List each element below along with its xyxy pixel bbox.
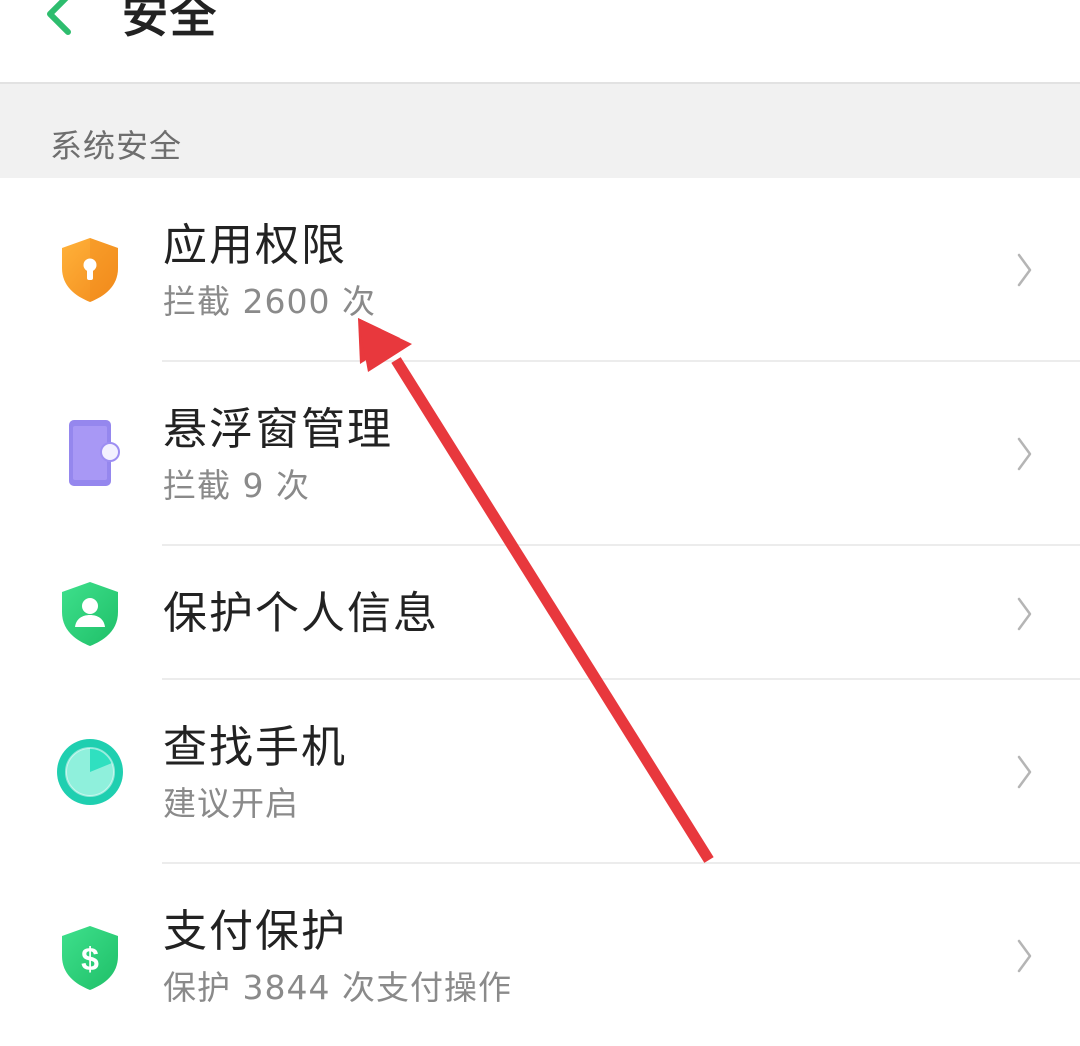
item-subtitle: 拦截 2600 次 xyxy=(163,282,376,321)
item-subtitle: 保护 3844 次支付操作 xyxy=(163,968,512,1007)
shield-person-icon xyxy=(62,582,118,646)
list-item-personal-info[interactable]: 保护个人信息 xyxy=(0,546,1080,678)
list-item-floating-window[interactable]: 悬浮窗管理 拦截 9 次 xyxy=(0,362,1080,544)
chevron-right-icon xyxy=(1017,939,1032,973)
item-title: 查找手机 xyxy=(163,722,347,773)
list-item-payment-protection[interactable]: $ 支付保护 保护 3844 次支付操作 xyxy=(0,864,1080,1046)
item-title: 悬浮窗管理 xyxy=(163,404,393,455)
top-app-bar: 安全 xyxy=(0,0,1080,84)
shield-lock-icon xyxy=(62,238,118,302)
item-title: 保护个人信息 xyxy=(163,588,439,639)
item-subtitle: 建议开启 xyxy=(163,784,299,823)
item-subtitle: 拦截 9 次 xyxy=(163,466,310,505)
chevron-right-icon xyxy=(1017,437,1032,471)
security-settings-page: 安全 系统安全 应用权限 拦截 2600 次 悬浮窗管理 拦截 9 次 保护个人… xyxy=(0,0,1080,1046)
svg-text:$: $ xyxy=(81,941,99,977)
section-title: 系统安全 xyxy=(50,127,183,165)
list-item-app-permissions[interactable]: 应用权限 拦截 2600 次 xyxy=(0,178,1080,360)
chevron-right-icon xyxy=(1017,597,1032,631)
chevron-left-icon xyxy=(47,0,71,35)
shield-dollar-icon: $ xyxy=(62,926,118,990)
item-title: 应用权限 xyxy=(163,220,347,271)
back-button[interactable] xyxy=(36,0,86,48)
floating-window-icon xyxy=(69,420,120,486)
list-item-find-phone[interactable]: 查找手机 建议开启 xyxy=(0,680,1080,862)
item-title: 支付保护 xyxy=(163,906,347,957)
chevron-right-icon xyxy=(1017,253,1032,287)
chevron-right-icon xyxy=(1017,755,1032,789)
radar-icon xyxy=(57,739,123,805)
section-header: 系统安全 xyxy=(0,84,1080,178)
page-title: 安全 xyxy=(122,0,218,43)
